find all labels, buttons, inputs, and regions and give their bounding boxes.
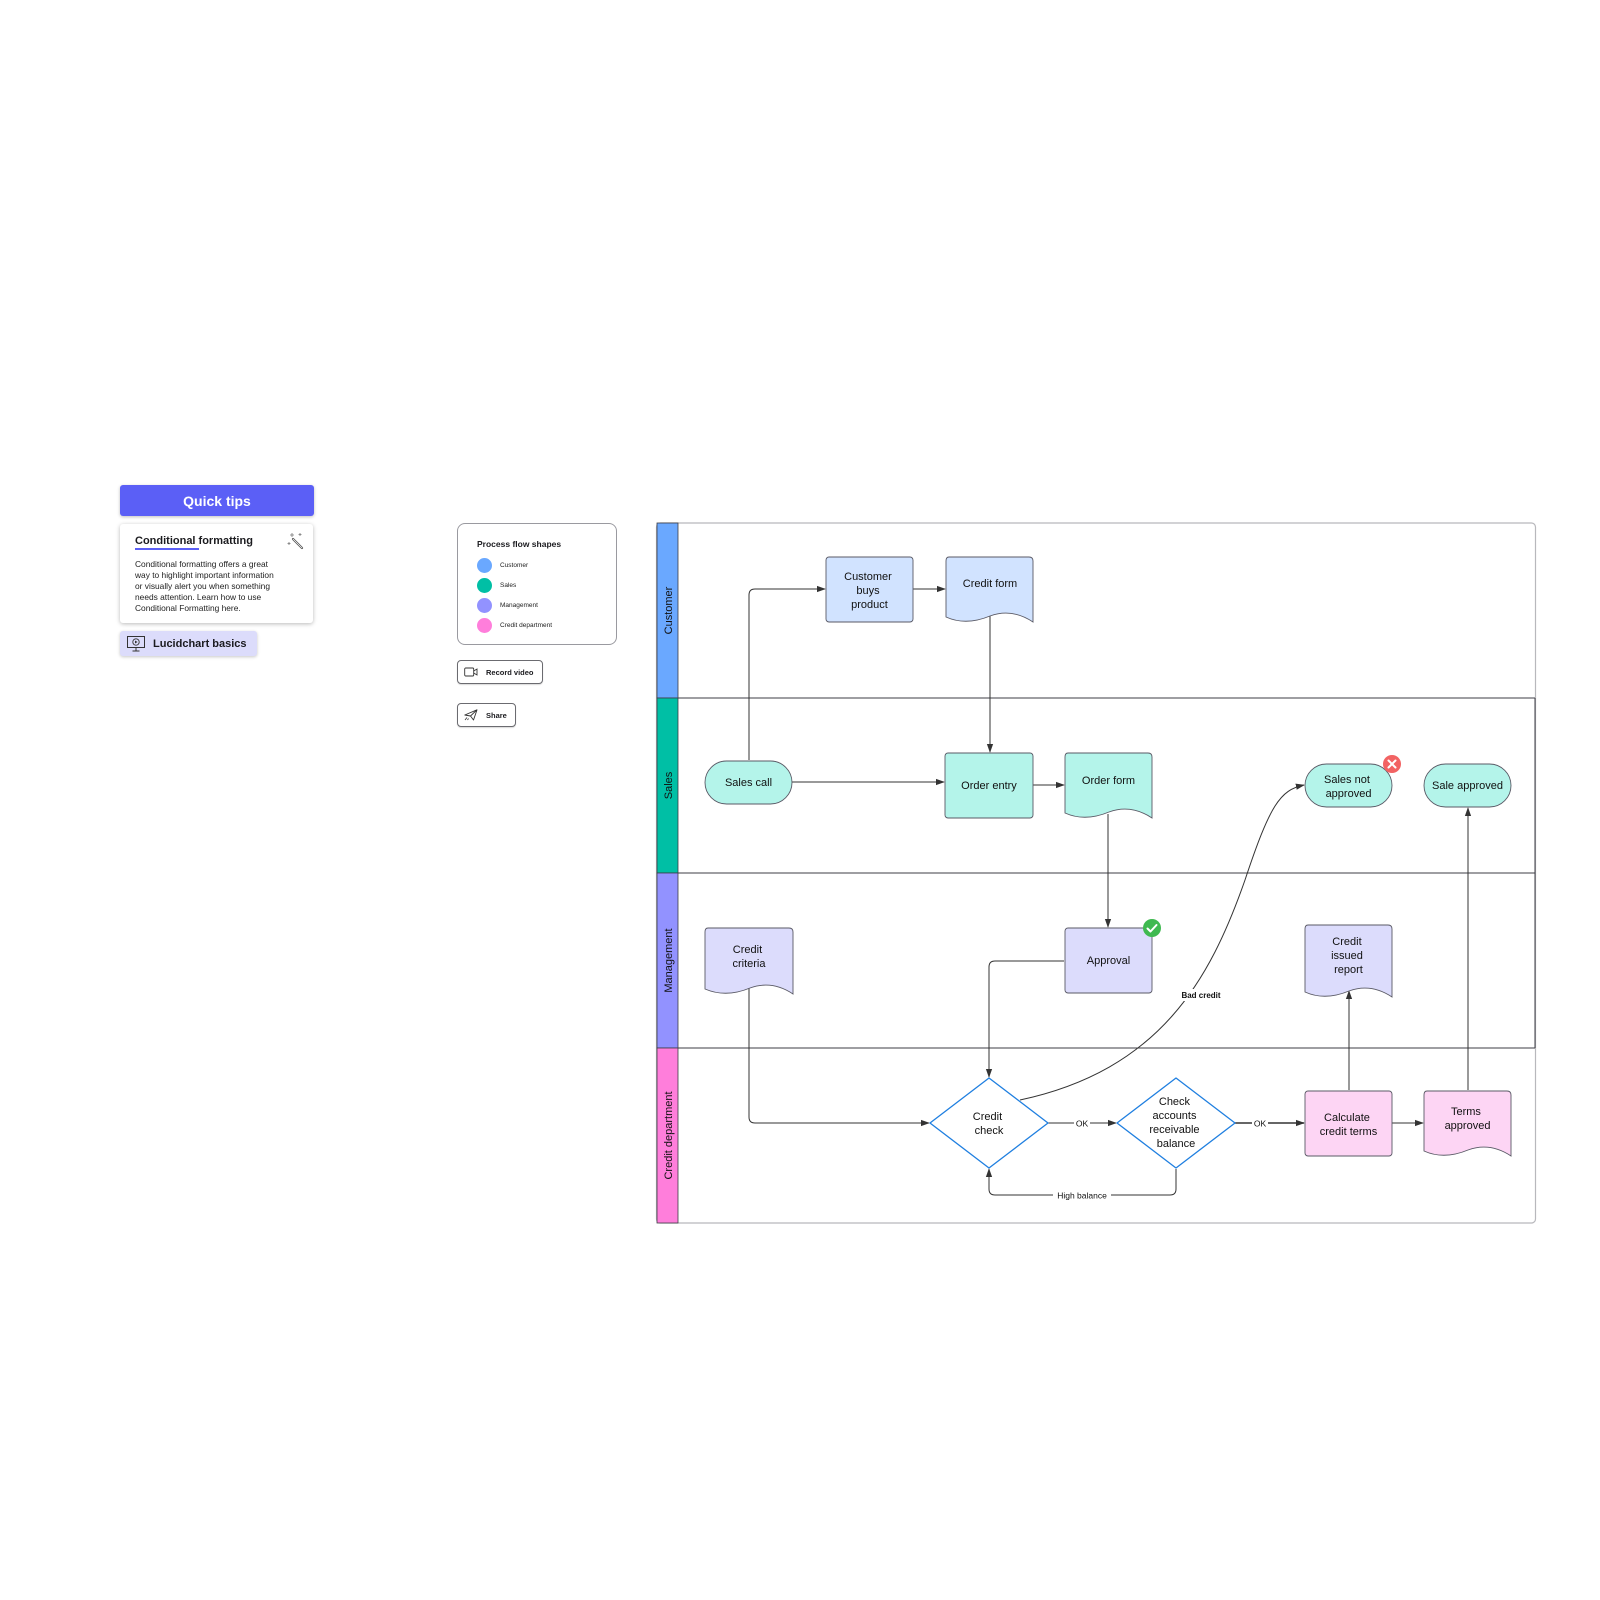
lane-management[interactable]: Management xyxy=(656,872,679,1049)
lane-credit-department[interactable]: Credit department xyxy=(656,1047,679,1224)
node-calculate-credit-terms[interactable]: Calculate credit terms xyxy=(1304,1090,1393,1157)
edge-label-high-balance: High balance xyxy=(1057,1191,1107,1201)
node-label: Credit form xyxy=(963,578,1017,590)
node-approval[interactable]: Approval xyxy=(1064,919,1161,994)
node-credit-issued-report[interactable]: Credit issued report xyxy=(1304,924,1393,998)
node-label: Approval xyxy=(1087,955,1130,967)
node-order-entry[interactable]: Order entry xyxy=(944,752,1034,819)
node-label: Order entry xyxy=(961,780,1017,792)
lane-label-customer: Customer xyxy=(663,586,675,634)
lane-customer[interactable]: Customer xyxy=(656,522,679,699)
node-label: Credit issued report xyxy=(1331,936,1366,976)
node-credit-form[interactable]: Credit form xyxy=(945,556,1034,623)
node-sales-call[interactable]: Sales call xyxy=(704,760,793,805)
node-order-form[interactable]: Order form xyxy=(1064,752,1153,819)
lane-label-credit-department: Credit department xyxy=(663,1091,675,1179)
node-credit-criteria[interactable]: Credit criteria xyxy=(704,927,794,995)
check-badge-icon xyxy=(1143,919,1161,937)
node-label: Order form xyxy=(1082,775,1135,787)
edge-label-ok: OK xyxy=(1254,1119,1267,1129)
lane-sales[interactable]: Sales xyxy=(656,697,679,874)
edge-label-bad-credit: Bad credit xyxy=(1181,991,1220,1000)
node-label: Sales call xyxy=(725,777,772,789)
node-label: Sale approved xyxy=(1432,780,1503,792)
x-badge-icon xyxy=(1383,755,1401,773)
node-customer-buys-product[interactable]: Customer buys product xyxy=(825,556,914,623)
node-sale-approved[interactable]: Sale approved xyxy=(1423,763,1512,808)
swimlane-diagram: Customer Sales Management Credit departm… xyxy=(655,522,1537,1224)
lane-label-management: Management xyxy=(663,928,675,992)
node-terms-approved[interactable]: Terms approved xyxy=(1423,1090,1512,1157)
lane-label-sales: Sales xyxy=(663,771,675,799)
edge-label-ok: OK xyxy=(1076,1119,1089,1129)
